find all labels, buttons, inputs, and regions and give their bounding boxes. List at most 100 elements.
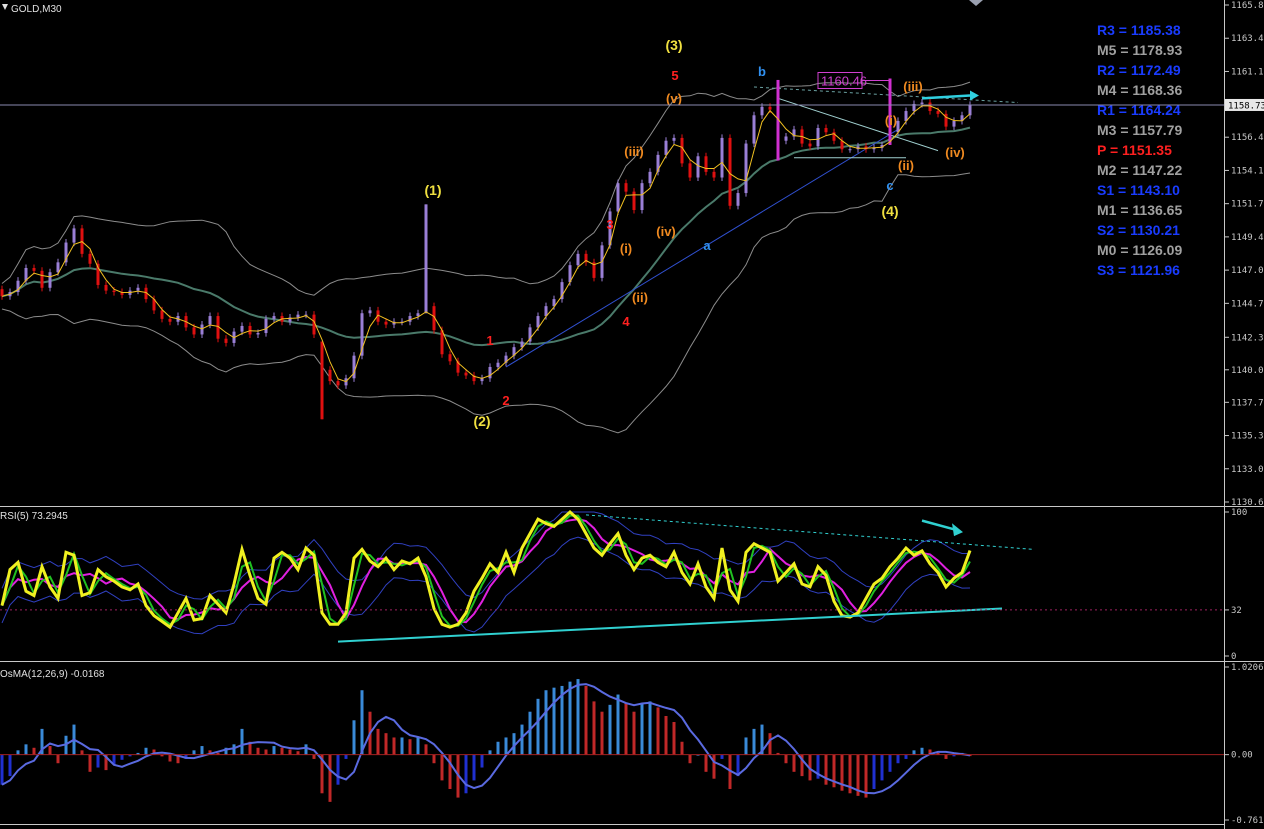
wave-label: c [886, 178, 893, 193]
osma-bar [360, 690, 364, 755]
osma-bar [648, 701, 652, 755]
osma-bar [480, 754, 484, 768]
wave-label: 2 [502, 393, 509, 408]
pivot-level: P = 1151.35 [1097, 142, 1172, 158]
osma-bar [232, 744, 236, 755]
wave-label: a [703, 238, 711, 253]
osma-bar [912, 750, 916, 755]
osma-bar [88, 754, 92, 772]
osma-bar [616, 694, 620, 755]
wave-label: (iv) [656, 224, 676, 239]
pivot-level: M5 = 1178.93 [1097, 42, 1182, 58]
osma-bar [584, 685, 588, 755]
rsi-tick-label: 32 [1231, 606, 1242, 616]
symbol-title: GOLD,M30 [11, 4, 62, 15]
osma-bar [32, 747, 36, 755]
pivot-level: S2 = 1130.21 [1097, 222, 1180, 238]
osma-bar [576, 679, 580, 755]
osma-tick-label: 1.0206 [1231, 663, 1264, 673]
osma-bar [8, 754, 12, 777]
osma-bar [600, 711, 604, 755]
wave-label: (iii) [624, 144, 644, 159]
wave-label: (iii) [903, 79, 923, 94]
osma-bar [720, 754, 724, 759]
wave-label: 1 [486, 333, 493, 348]
osma-bar [664, 715, 668, 755]
osma-bar [592, 701, 596, 755]
osma-title: OsMA(12,26,9) -0.0168 [0, 669, 105, 680]
pivot-level: M1 = 1136.65 [1097, 202, 1182, 218]
osma-bar [752, 728, 756, 755]
osma-bar [264, 749, 268, 755]
osma-bar [272, 746, 276, 755]
price-tick-label: 1135.35 [1231, 432, 1264, 442]
osma-bar [256, 747, 260, 755]
pivot-level: R3 = 1185.38 [1097, 22, 1181, 38]
wave-label: (ii) [898, 158, 914, 173]
osma-bar [672, 722, 676, 755]
wave-label: 5 [671, 68, 678, 83]
price-tick-label: 1130.65 [1231, 498, 1264, 508]
osma-bar [632, 711, 636, 755]
price-tick-label: 1165.80 [1231, 1, 1264, 11]
osma-bar [872, 754, 876, 789]
osma-bar [56, 754, 60, 764]
pivot-level: M3 = 1157.79 [1097, 122, 1182, 138]
osma-bar [80, 750, 84, 755]
wave-label: 4 [622, 314, 630, 329]
wave-label: (i) [885, 113, 897, 128]
osma-bar [96, 754, 100, 768]
osma-bar [408, 739, 412, 755]
price-tick-label: 1142.30 [1231, 333, 1264, 343]
wave-label: (3) [665, 37, 682, 53]
osma-tick-label: 0.00 [1231, 751, 1253, 761]
rsi-tick-label: 100 [1231, 508, 1247, 518]
osma-bar [16, 750, 20, 755]
price-tick-label: 1163.45 [1231, 34, 1264, 44]
osma-bar [504, 737, 508, 755]
osma-bar [640, 703, 644, 755]
pivot-level: S3 = 1121.96 [1097, 262, 1180, 278]
osma-bar [440, 754, 444, 781]
osma-bar [288, 749, 292, 755]
osma-bar [688, 754, 692, 764]
price-tick-label: 1156.45 [1231, 133, 1264, 143]
price-tick-label: 1154.10 [1231, 166, 1264, 176]
osma-bar [768, 733, 772, 755]
osma-bar [528, 711, 532, 755]
osma-bar [568, 681, 572, 755]
osma-bar [920, 747, 924, 755]
osma-bar [680, 741, 684, 755]
wave-label: b [758, 64, 766, 79]
osma-bar [784, 754, 788, 764]
osma-bar [792, 754, 796, 772]
osma-tick-label: -0.7611 [1231, 816, 1264, 826]
osma-bar [0, 754, 4, 785]
osma-bar [304, 744, 308, 755]
rsi-title: RSI(5) 73.2945 [0, 511, 68, 522]
osma-bar [400, 737, 404, 755]
osma-bar [624, 703, 628, 755]
rsi-tick-label: 0 [1231, 652, 1236, 662]
wave-label: (4) [881, 203, 898, 219]
osma-bar [496, 741, 500, 755]
price-tick-label: 1144.70 [1231, 299, 1264, 309]
price-tick-label: 1147.05 [1231, 266, 1264, 276]
pivot-level: S1 = 1143.10 [1097, 182, 1180, 198]
osma-bar [352, 720, 356, 755]
osma-bar [200, 746, 204, 755]
osma-bar [328, 754, 332, 802]
osma-bar [608, 704, 612, 755]
wave-label: (1) [424, 182, 441, 198]
current-price-label: 1158.73 [1228, 101, 1264, 111]
osma-bar [712, 754, 716, 779]
osma-bar [904, 754, 908, 759]
osma-bar [744, 737, 748, 755]
wave-label: 3 [606, 217, 613, 232]
osma-bar [192, 750, 196, 755]
price-tick-label: 1149.40 [1231, 233, 1264, 243]
wave-label: (v) [666, 91, 682, 106]
osma-bar [944, 754, 948, 759]
chart-window: 1160.46 (1) (2) (3) (4) 1 2 3 4 5 (i) (ii) (iii) (iv… [0, 0, 1264, 829]
wave-label: (2) [473, 413, 490, 429]
